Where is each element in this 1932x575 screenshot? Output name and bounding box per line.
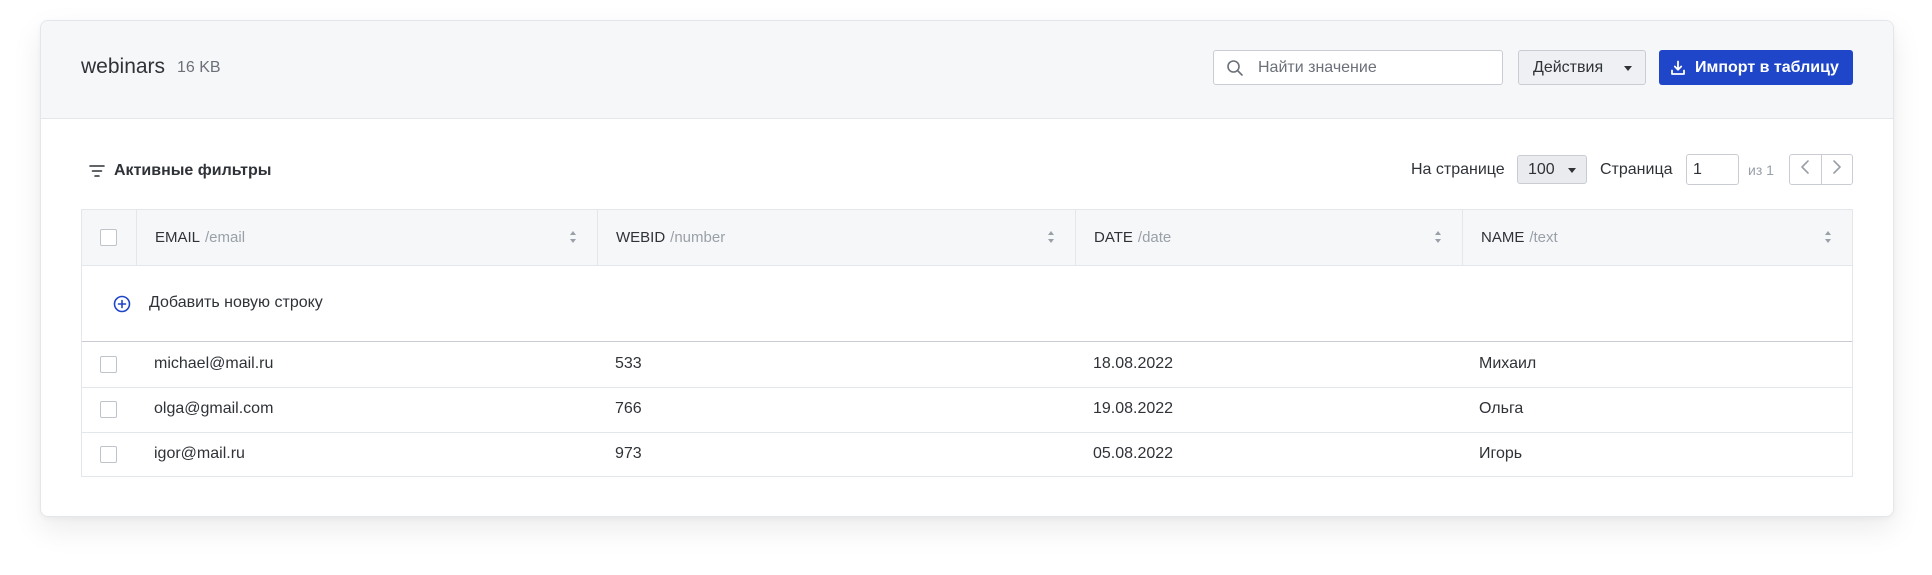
cell-email[interactable]: igor@mail.ru: [154, 445, 245, 463]
page-total: из 1: [1748, 162, 1774, 178]
cell-webid[interactable]: 766: [615, 400, 642, 418]
plus-circle-icon: [113, 295, 131, 313]
table-header: EMAIL /email WEBID /number DATE /date NA…: [82, 210, 1852, 266]
card-header: webinars 16 KB Действия Импорт в таблицу: [41, 21, 1893, 119]
cell-date[interactable]: 05.08.2022: [1093, 445, 1173, 463]
import-button-label: Импорт в таблицу: [1695, 58, 1839, 76]
download-icon: [1670, 60, 1686, 76]
caret-down-icon: [1624, 66, 1632, 71]
add-row-label: Добавить новую строку: [149, 294, 323, 311]
column-type: /date: [1137, 229, 1172, 246]
data-table: EMAIL /email WEBID /number DATE /date NA…: [81, 209, 1853, 477]
sort-icon[interactable]: [1434, 230, 1442, 244]
cell-name[interactable]: Михаил: [1479, 355, 1536, 373]
cell-email[interactable]: michael@mail.ru: [154, 355, 273, 373]
column-name: DATE: [1094, 229, 1133, 246]
table-size: 16 KB: [177, 59, 221, 76]
page-label: Страница: [1600, 161, 1673, 178]
column-name: NAME: [1481, 229, 1525, 246]
column-type: /number: [670, 229, 726, 246]
chevron-right-icon: [1832, 159, 1842, 180]
add-row-button[interactable]: Добавить новую строку: [82, 266, 1852, 342]
per-page-select[interactable]: 100: [1517, 155, 1587, 184]
sort-icon[interactable]: [1824, 230, 1832, 244]
column-name: EMAIL: [155, 229, 201, 246]
cell-date[interactable]: 18.08.2022: [1093, 355, 1173, 373]
cell-webid[interactable]: 973: [615, 445, 642, 463]
page-number-input[interactable]: [1686, 154, 1739, 185]
search-icon: [1226, 59, 1244, 82]
active-filters-button[interactable]: Активные фильтры: [89, 162, 271, 180]
table-row[interactable]: olga@gmail.com 766 19.08.2022 Ольга: [82, 387, 1852, 433]
row-checkbox[interactable]: [100, 401, 117, 418]
prev-page-button[interactable]: [1790, 155, 1821, 184]
column-header-webid[interactable]: WEBID /number: [597, 210, 1075, 265]
next-page-button[interactable]: [1820, 155, 1853, 184]
column-type: /text: [1529, 229, 1558, 246]
per-page-value: 100: [1528, 160, 1555, 178]
select-all-checkbox[interactable]: [100, 229, 117, 246]
column-header-date[interactable]: DATE /date: [1075, 210, 1462, 265]
search-input[interactable]: [1258, 52, 1494, 83]
caret-down-icon: [1568, 168, 1576, 173]
table-title: webinars: [81, 55, 166, 78]
pagination-controls: [1789, 154, 1853, 185]
cell-name[interactable]: Игорь: [1479, 445, 1522, 463]
search-box[interactable]: [1213, 50, 1503, 85]
column-type: /email: [205, 229, 246, 246]
table-card: webinars 16 KB Действия Импорт в таблицу…: [40, 20, 1894, 517]
chevron-left-icon: [1800, 159, 1810, 180]
sort-icon[interactable]: [569, 230, 577, 244]
active-filters-label: Активные фильтры: [114, 162, 272, 179]
cell-webid[interactable]: 533: [615, 355, 642, 373]
actions-dropdown-button[interactable]: Действия: [1518, 50, 1646, 85]
column-name: WEBID: [616, 229, 666, 246]
actions-button-label: Действия: [1533, 58, 1604, 76]
per-page-label: На странице: [1411, 161, 1505, 178]
cell-name[interactable]: Ольга: [1479, 400, 1523, 418]
cell-date[interactable]: 19.08.2022: [1093, 400, 1173, 418]
table-row[interactable]: igor@mail.ru 973 05.08.2022 Игорь: [82, 432, 1852, 477]
column-header-email[interactable]: EMAIL /email: [136, 210, 597, 265]
import-button[interactable]: Импорт в таблицу: [1659, 50, 1853, 85]
row-checkbox[interactable]: [100, 356, 117, 373]
cell-email[interactable]: olga@gmail.com: [154, 400, 273, 418]
filter-icon: [89, 164, 105, 178]
sort-icon[interactable]: [1047, 230, 1055, 244]
row-checkbox[interactable]: [100, 446, 117, 463]
column-header-name[interactable]: NAME /text: [1462, 210, 1852, 265]
table-row[interactable]: michael@mail.ru 533 18.08.2022 Михаил: [82, 342, 1852, 388]
